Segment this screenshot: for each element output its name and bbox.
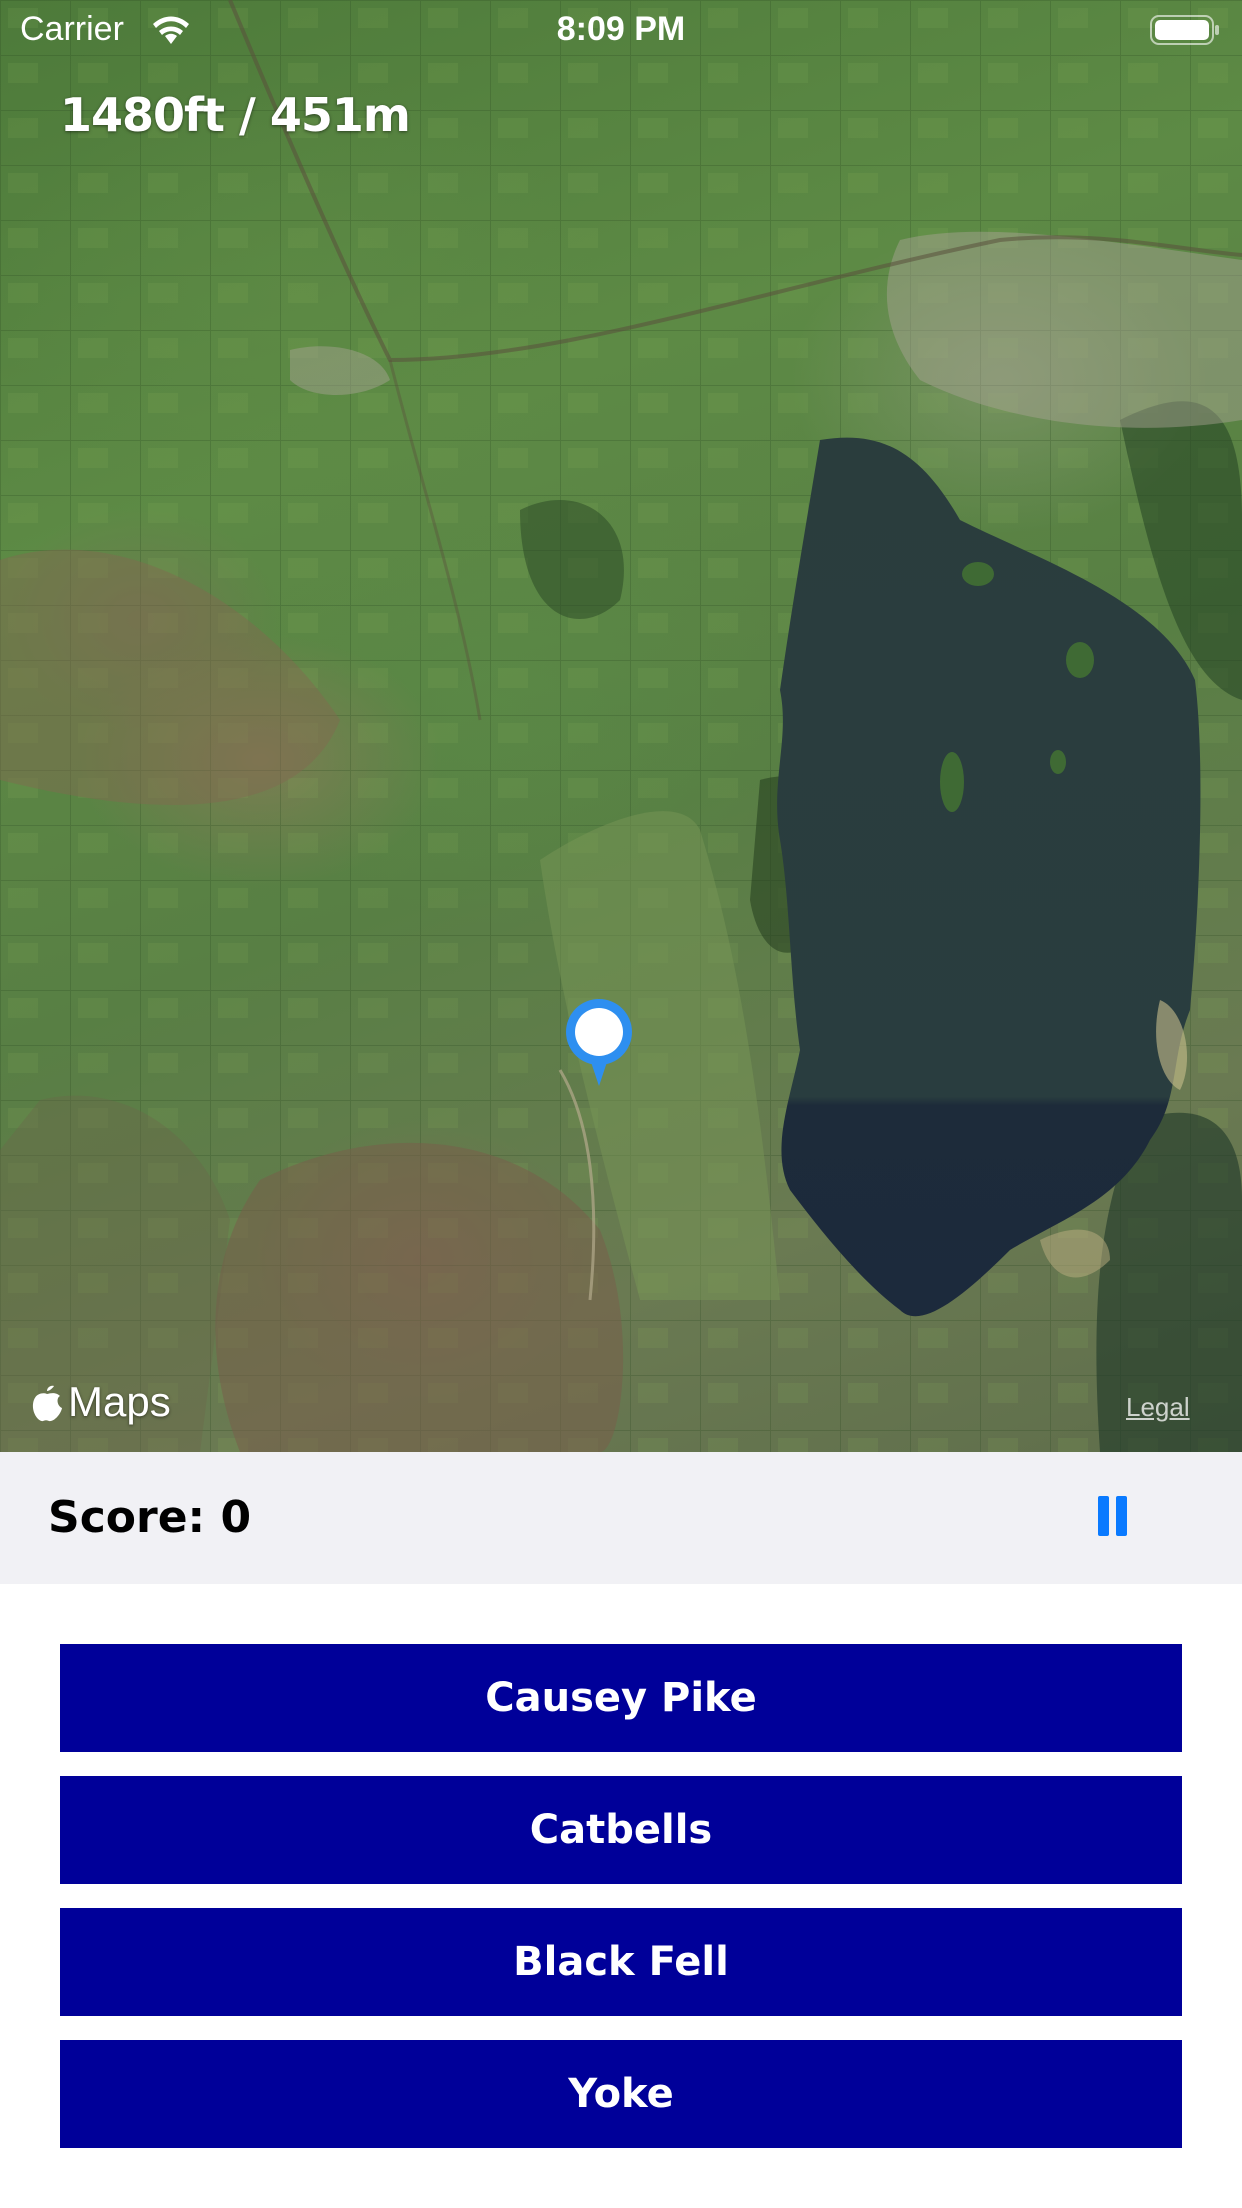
maps-label: Maps xyxy=(68,1378,171,1425)
pause-icon xyxy=(1098,1496,1109,1536)
score-label: Score: 0 xyxy=(48,1492,252,1543)
answer-list: Causey Pike Catbells Black Fell Yoke xyxy=(60,1644,1182,2172)
pause-icon-bar xyxy=(1116,1496,1127,1536)
battery-icon xyxy=(1150,15,1219,45)
elevation-readout: 1480ft / 451m xyxy=(60,88,411,142)
score-bar: Score: 0 xyxy=(0,1452,1242,1584)
apple-maps-attribution: Maps xyxy=(30,1378,171,1426)
legal-link[interactable]: Legal xyxy=(1126,1392,1190,1423)
answer-button-causey-pike[interactable]: Causey Pike xyxy=(60,1644,1182,1752)
status-bar: Carrier 8:09 PM xyxy=(0,0,1242,64)
pause-button[interactable] xyxy=(1086,1492,1136,1542)
satellite-map[interactable]: Carrier 8:09 PM 1480ft / 451m Maps Legal xyxy=(0,0,1242,1452)
terrain-imagery xyxy=(0,0,1242,1452)
answer-button-catbells[interactable]: Catbells xyxy=(60,1776,1182,1884)
answer-button-yoke[interactable]: Yoke xyxy=(60,2040,1182,2148)
apple-logo-icon xyxy=(32,1385,62,1422)
answer-button-black-fell[interactable]: Black Fell xyxy=(60,1908,1182,2016)
map-pin-icon[interactable] xyxy=(565,998,633,1088)
status-time: 8:09 PM xyxy=(556,10,686,48)
